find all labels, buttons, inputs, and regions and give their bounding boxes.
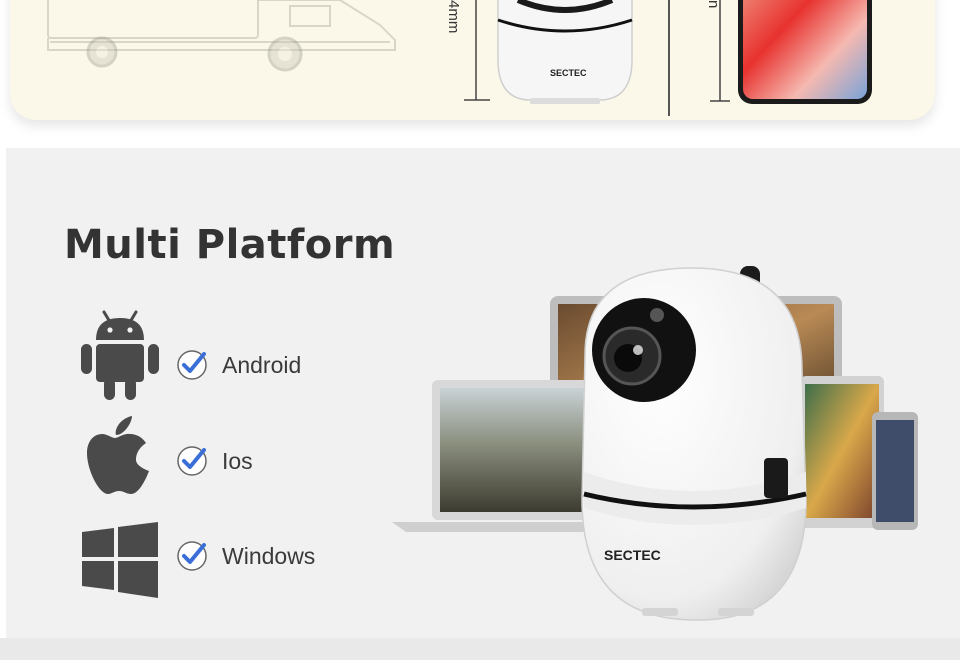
- check-icon: [177, 350, 207, 380]
- section-title: Multi Platform: [64, 222, 396, 268]
- platform-label-ios: Ios: [222, 448, 253, 474]
- platform-item-windows: Windows: [78, 520, 398, 610]
- dimension-line: [710, 0, 730, 102]
- camera-front-small: SECTEC: [497, 0, 633, 104]
- truck-illustration: [47, 0, 396, 72]
- check-icon: [177, 541, 207, 571]
- dimension-banner: 4mm SECTEC n: [10, 0, 935, 120]
- divider-line: [668, 0, 670, 116]
- product-devices-illustration: SECTEC: [392, 266, 918, 621]
- footer-strip: [0, 638, 960, 660]
- height-dimension-label: 4mm: [445, 0, 462, 34]
- android-icon: [81, 310, 159, 400]
- camera-brand-logo: SECTEC: [604, 547, 661, 563]
- brand-logo-small: SECTEC: [550, 68, 587, 78]
- apple-icon: [87, 416, 149, 494]
- platform-label-android: Android: [222, 352, 302, 378]
- platform-item-android: Android: [78, 308, 398, 400]
- platform-item-ios: Ios: [78, 416, 398, 506]
- platform-label-windows: Windows: [222, 543, 316, 569]
- smartphone-illustration: [738, 0, 872, 104]
- windows-icon: [82, 522, 158, 598]
- check-icon: [177, 446, 207, 476]
